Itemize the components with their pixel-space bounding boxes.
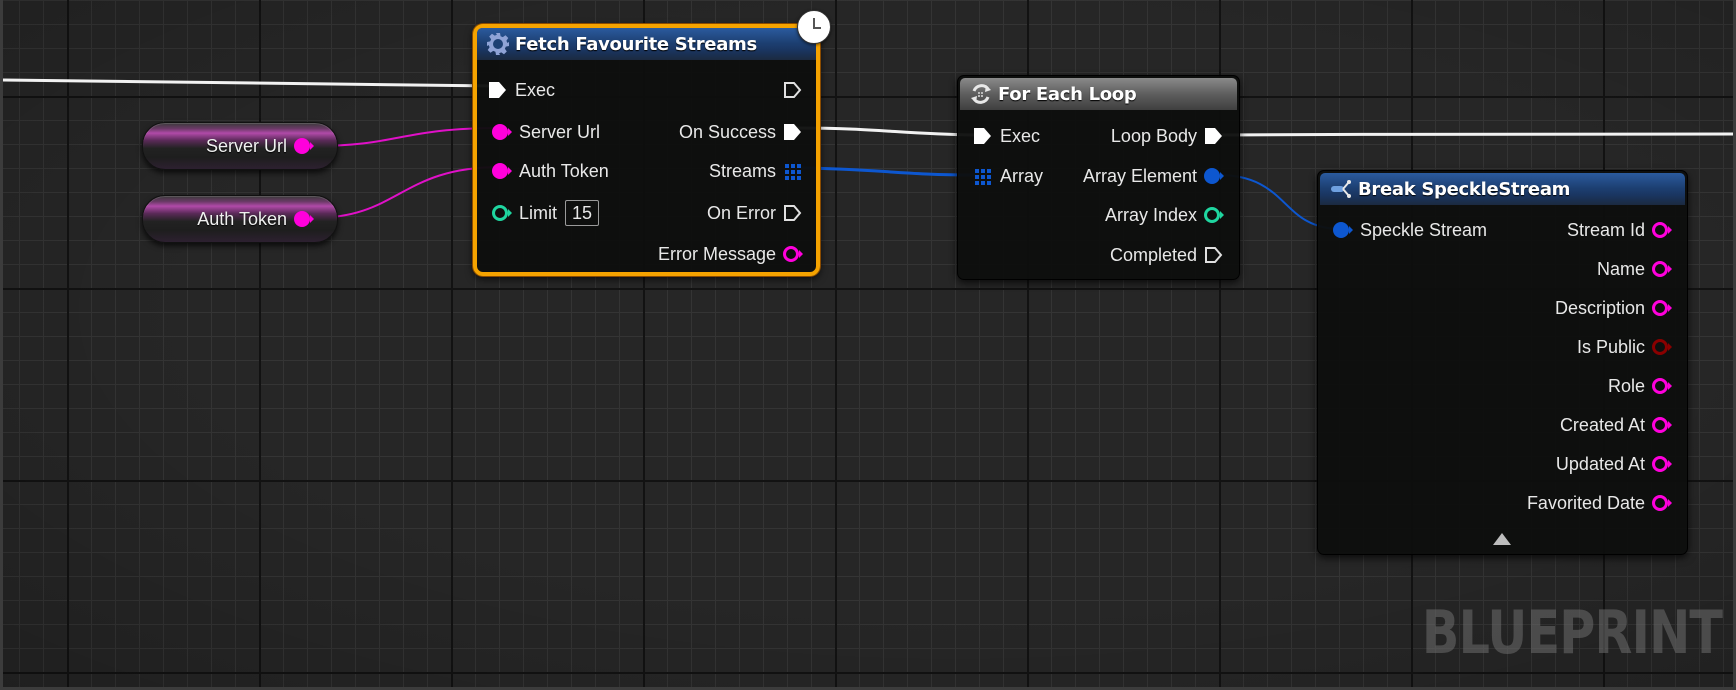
blueprint-watermark: BLUEPRINT — [1421, 598, 1723, 668]
pin-label: Stream Id — [1566, 219, 1645, 240]
pin-row-on-success[interactable]: On Success — [673, 119, 804, 145]
int-pin-icon[interactable] — [491, 203, 513, 223]
pin-row-array-index[interactable]: Array Index — [1099, 202, 1225, 228]
pin-row-stream-id[interactable]: Stream Id — [1561, 217, 1673, 243]
variable-label: Auth Token — [197, 208, 287, 229]
string-pin-icon[interactable] — [1651, 493, 1673, 513]
blueprint-graph-canvas[interactable]: Server Url Auth Token Fetch Favourite St… — [0, 0, 1736, 690]
pin-label: Array Element — [1082, 165, 1197, 186]
int-pin-icon[interactable] — [1203, 205, 1225, 225]
pin-row-array-in[interactable]: Array — [972, 163, 1049, 189]
pin-row-auth-token-in[interactable]: Auth Token — [491, 158, 615, 184]
variable-node-server-url[interactable]: Server Url — [142, 122, 338, 170]
pin-label: Server Url — [519, 121, 601, 142]
loop-icon — [968, 81, 994, 107]
break-struct-icon — [1328, 176, 1354, 202]
string-pin-icon[interactable] — [293, 209, 315, 229]
struct-pin-icon[interactable] — [1332, 220, 1354, 240]
pin-row-role[interactable]: Role — [1602, 373, 1673, 399]
string-pin-icon[interactable] — [782, 244, 804, 264]
pin-row-favorited-date[interactable]: Favorited Date — [1521, 490, 1673, 516]
pin-label: Updated At — [1555, 453, 1645, 474]
array-pin-icon[interactable] — [972, 166, 994, 186]
pin-label: Favorited Date — [1526, 492, 1645, 513]
wire-loop-body-out[interactable] — [1221, 132, 1736, 137]
bool-pin-icon[interactable] — [1651, 337, 1673, 357]
string-pin-icon[interactable] — [1651, 415, 1673, 435]
pin-label: Role — [1607, 375, 1645, 396]
pin-row-limit-in[interactable]: Limit 15 — [491, 200, 600, 226]
string-pin-icon[interactable] — [1651, 259, 1673, 279]
pin-row-on-error[interactable]: On Error — [701, 200, 804, 226]
clock-icon — [797, 10, 831, 44]
exec-pin-icon[interactable] — [487, 80, 509, 100]
pin-row-streams[interactable]: Streams — [703, 158, 804, 184]
pin-row-exec-in[interactable]: Exec — [972, 123, 1046, 149]
pin-row-speckle-stream-in[interactable]: Speckle Stream — [1332, 217, 1493, 243]
node-title: Fetch Favourite Streams — [515, 33, 757, 55]
exec-pin-icon[interactable] — [782, 203, 804, 223]
for-each-loop-node[interactable]: For Each Loop Exec Array Loop Body Array… — [957, 75, 1240, 280]
pin-row-exec-in[interactable]: Exec — [487, 77, 561, 103]
exec-pin-icon[interactable] — [972, 126, 994, 146]
variable-label: Server Url — [205, 135, 287, 156]
string-pin-icon[interactable] — [1651, 220, 1673, 240]
collapse-pins-arrow-icon[interactable] — [1493, 533, 1511, 545]
pin-label: Completed — [1109, 244, 1197, 265]
exec-pin-icon[interactable] — [1203, 245, 1225, 265]
exec-pin-icon[interactable] — [1203, 126, 1225, 146]
string-pin-icon[interactable] — [1651, 298, 1673, 318]
wire-exec-incoming[interactable] — [2, 78, 498, 88]
pin-label: Created At — [1559, 414, 1645, 435]
pin-label: On Error — [706, 202, 776, 223]
pin-row-completed[interactable]: Completed — [1104, 242, 1225, 268]
pin-row-updated-at[interactable]: Updated At — [1550, 451, 1673, 477]
limit-input[interactable]: 15 — [565, 200, 600, 226]
node-header[interactable]: Break SpeckleStream — [1320, 173, 1685, 205]
pin-row-name[interactable]: Name — [1591, 256, 1673, 282]
array-pin-icon[interactable] — [782, 161, 804, 181]
pin-row-description[interactable]: Description — [1549, 295, 1673, 321]
struct-pin-icon[interactable] — [1203, 166, 1225, 186]
node-header[interactable]: For Each Loop — [960, 78, 1237, 110]
pin-label: Streams — [708, 160, 776, 181]
pin-label: Is Public — [1576, 336, 1645, 357]
pin-label: Name — [1596, 258, 1645, 279]
pin-label: Loop Body — [1110, 125, 1197, 146]
wire-streams-to-array[interactable] — [799, 166, 977, 177]
exec-pin-icon[interactable] — [782, 80, 804, 100]
wire-on-success-to-exec[interactable] — [795, 126, 977, 137]
string-pin-icon[interactable] — [1651, 454, 1673, 474]
pin-row-error-message[interactable]: Error Message — [652, 241, 804, 267]
pin-label: On Success — [678, 121, 776, 142]
break-speckle-stream-node[interactable]: Break SpeckleStream Speckle Stream Strea… — [1317, 170, 1688, 555]
string-pin-icon[interactable] — [491, 161, 513, 181]
pin-label: Array Index — [1104, 204, 1197, 225]
pin-label: Error Message — [657, 243, 776, 264]
pin-label: Speckle Stream — [1360, 219, 1488, 240]
node-title: Break SpeckleStream — [1358, 178, 1571, 200]
pin-label: Array — [1000, 165, 1044, 186]
pin-row-is-public[interactable]: Is Public — [1571, 334, 1673, 360]
pin-row-loop-body[interactable]: Loop Body — [1105, 123, 1225, 149]
node-header[interactable]: Fetch Favourite Streams — [477, 28, 816, 60]
pin-label: Limit — [519, 202, 558, 223]
variable-node-auth-token[interactable]: Auth Token — [142, 195, 338, 243]
node-title: For Each Loop — [998, 83, 1137, 105]
exec-pin-icon[interactable] — [782, 122, 804, 142]
gear-icon — [485, 31, 511, 57]
fetch-favourite-streams-node[interactable]: Fetch Favourite Streams Exec Server Url … — [473, 24, 820, 276]
pin-row-array-element[interactable]: Array Element — [1077, 163, 1225, 189]
string-pin-icon[interactable] — [1651, 376, 1673, 396]
string-pin-icon[interactable] — [491, 122, 513, 142]
pin-label: Description — [1554, 297, 1645, 318]
pin-label: Exec — [1000, 125, 1041, 146]
pin-row-exec-out[interactable] — [770, 77, 804, 103]
string-pin-icon[interactable] — [293, 136, 315, 156]
pin-row-created-at[interactable]: Created At — [1554, 412, 1673, 438]
pin-row-server-url-in[interactable]: Server Url — [491, 119, 606, 145]
pin-label: Exec — [515, 79, 556, 100]
pin-label: Auth Token — [519, 160, 609, 181]
